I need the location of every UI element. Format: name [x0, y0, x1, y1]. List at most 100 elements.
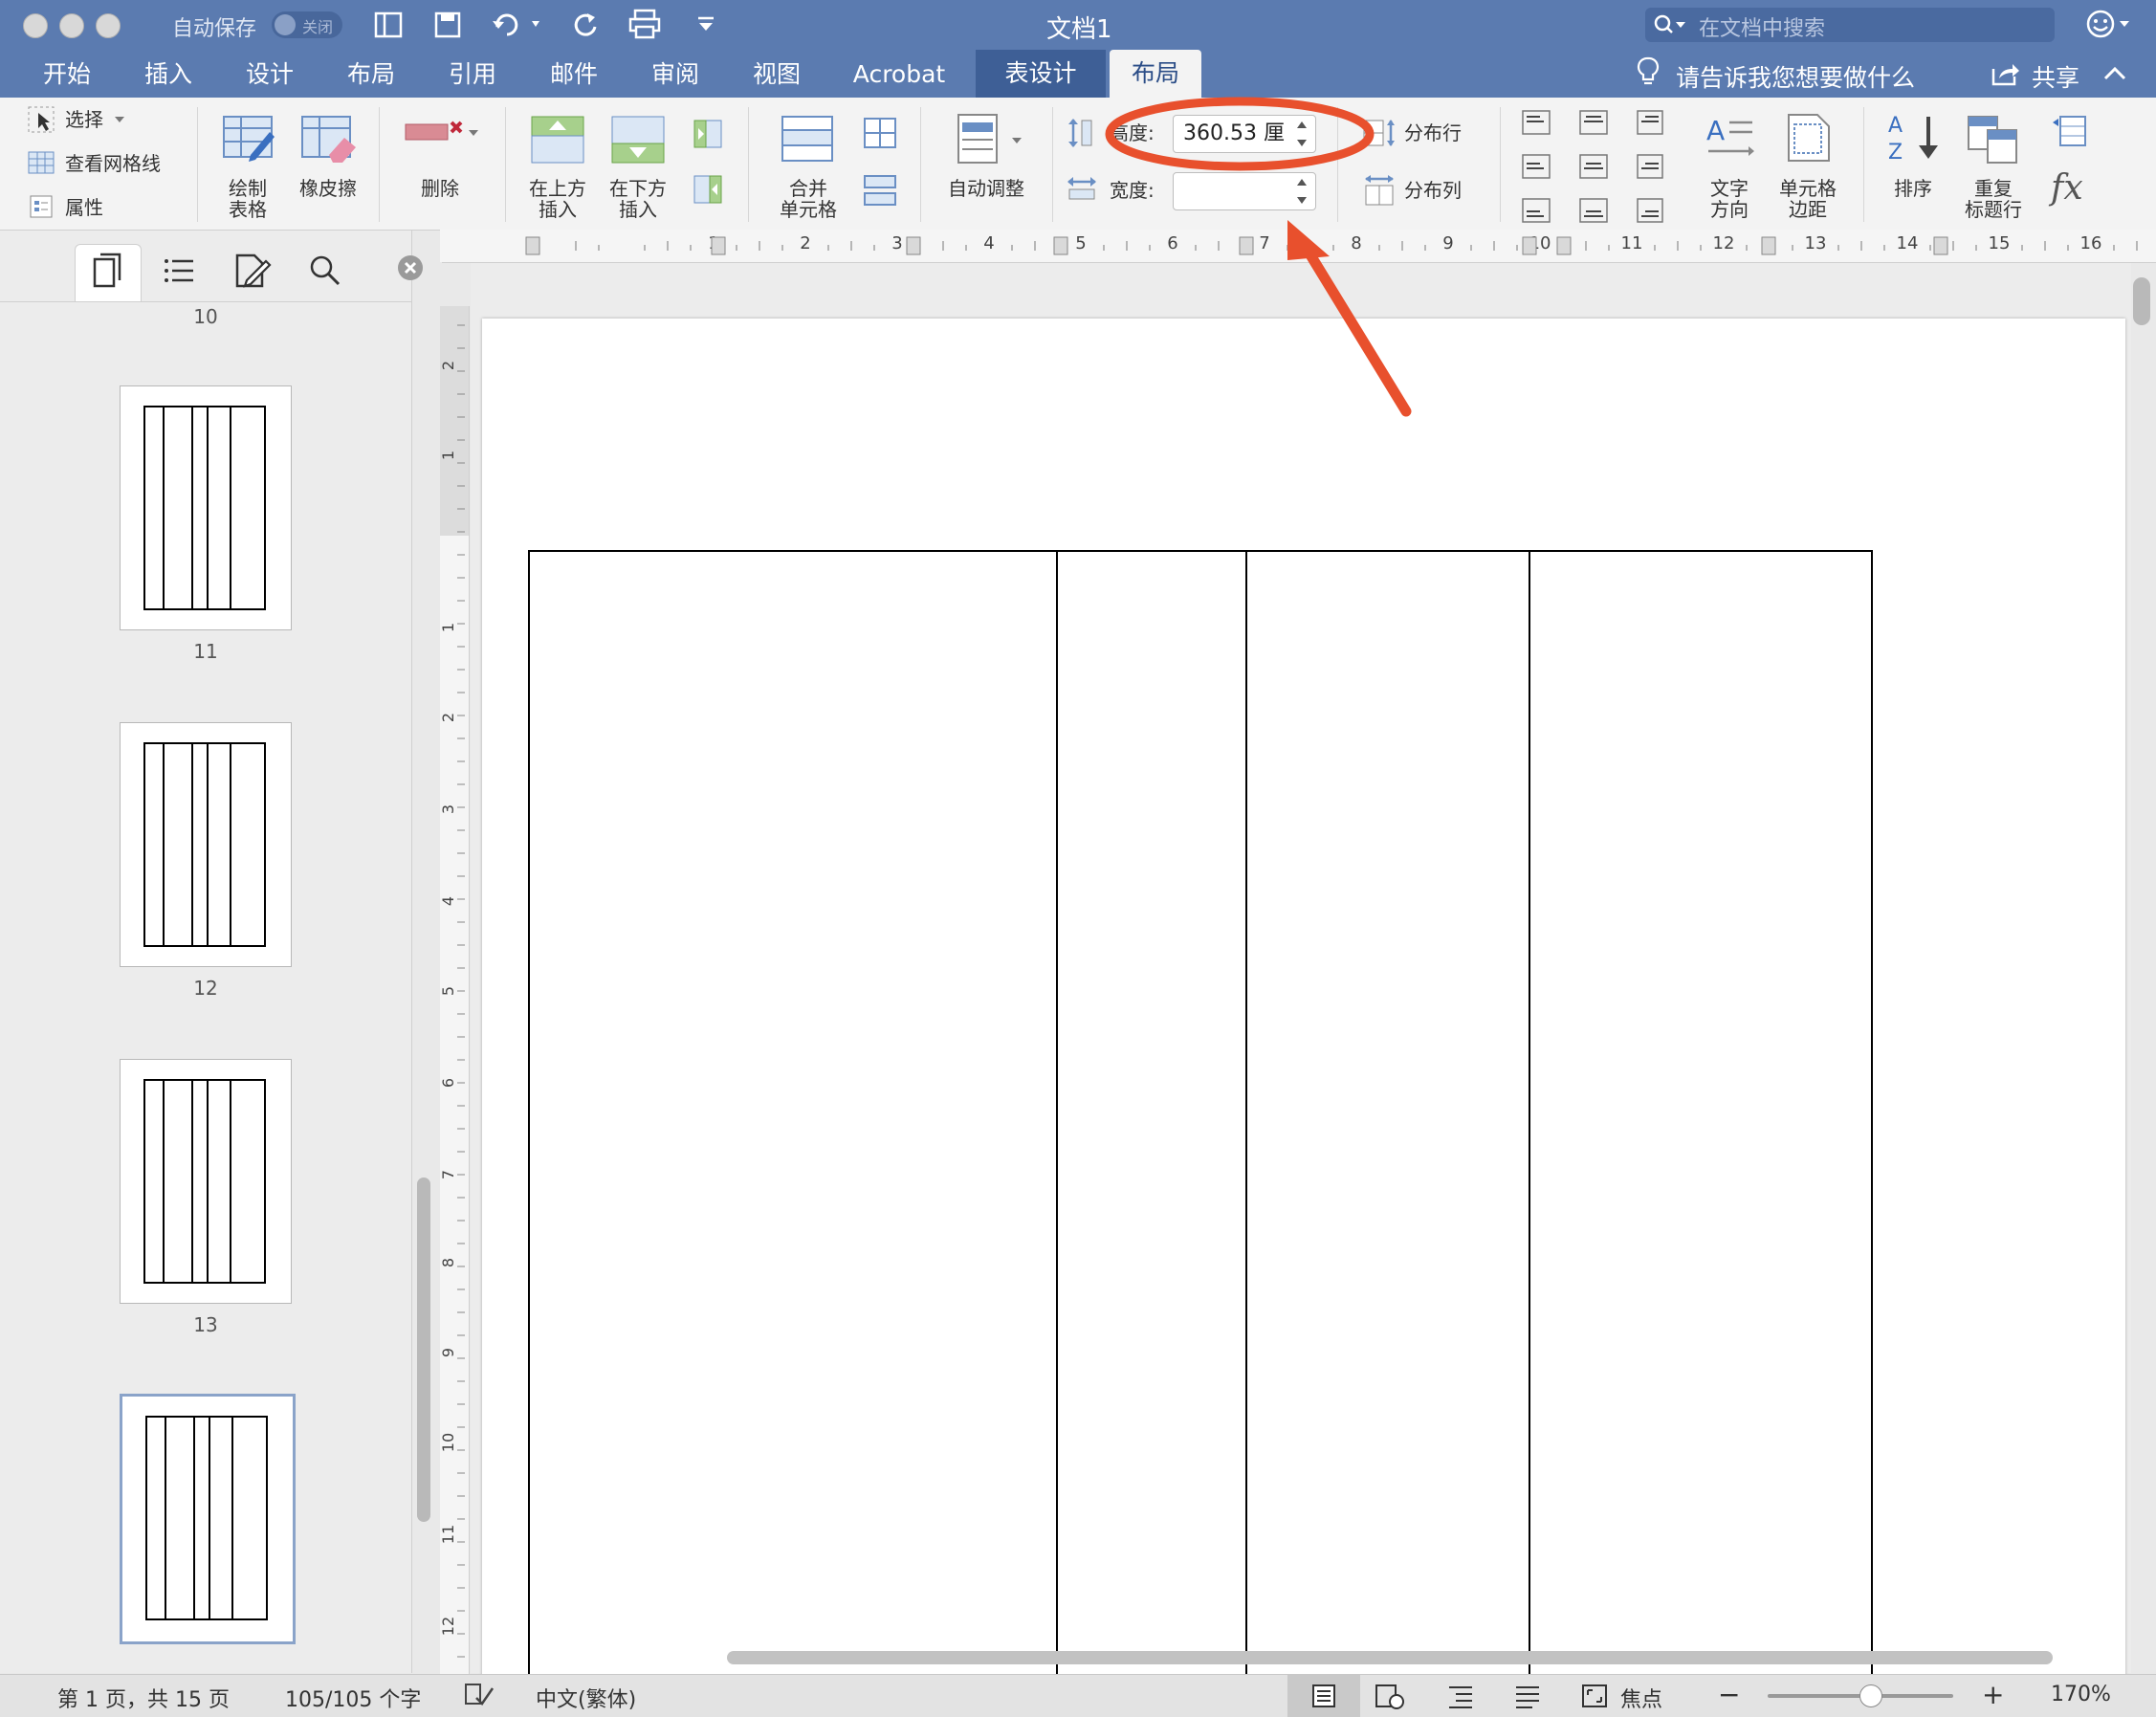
search-input[interactable]: 在文档中搜索 [1645, 8, 2055, 42]
ruler-column-marker[interactable] [1761, 236, 1776, 255]
tab-mailings[interactable]: 邮件 [536, 55, 612, 94]
ruler-column-marker[interactable] [525, 236, 540, 255]
zoom-level[interactable]: 170% [2051, 1683, 2111, 1706]
page-thumbnail-11[interactable] [120, 385, 292, 630]
annotation-overlay [1105, 97, 1412, 417]
select-button[interactable]: 选择 [65, 109, 103, 130]
merge-cells-label-1: 合并 [789, 177, 827, 200]
ruler-label: 14 [1897, 233, 1919, 253]
tab-home[interactable]: 开始 [29, 55, 105, 94]
draw-table-icon[interactable] [222, 113, 275, 163]
delete-table-icon[interactable] [404, 115, 480, 157]
table-column-border[interactable] [1056, 552, 1058, 1681]
ruler-label: 11 [1621, 233, 1643, 253]
cell-margins-icon[interactable] [1783, 111, 1833, 165]
outline-view-icon[interactable] [1446, 1683, 1475, 1709]
autofit-button[interactable]: 自动调整 [943, 178, 1029, 199]
tab-table-design[interactable]: 表设计 [976, 50, 1106, 98]
delete-button[interactable]: 删除 [411, 178, 469, 199]
convert-to-text-icon[interactable] [2051, 113, 2089, 151]
customize-toolbar-icon[interactable] [694, 13, 717, 36]
page-thumbnail-12[interactable] [120, 722, 292, 967]
split-table-icon[interactable] [863, 174, 897, 207]
share-icon[interactable] [1990, 59, 2020, 88]
document-scrollbar-horizontal[interactable] [727, 1651, 2053, 1664]
ruler-column-marker[interactable] [1522, 236, 1537, 255]
tab-acrobat[interactable]: Acrobat [842, 55, 957, 94]
sort-icon[interactable]: AZ [1886, 111, 1944, 166]
search-pane-icon[interactable] [308, 253, 342, 288]
ruler-column-marker[interactable] [906, 236, 921, 255]
comments-tab-icon[interactable] [233, 252, 272, 290]
page-count[interactable]: 第 1 页，共 15 页 [57, 1683, 230, 1713]
focus-button[interactable]: 焦点 [1620, 1683, 1662, 1713]
formula-button[interactable]: fx [2051, 168, 2083, 208]
smiley-feedback-icon[interactable] [2085, 8, 2131, 40]
document-page[interactable] [482, 319, 2125, 1681]
tab-layout[interactable]: 布局 [333, 55, 409, 94]
repeat-header-rows-icon[interactable] [1965, 113, 2022, 166]
eraser-button[interactable]: 橡皮擦 [297, 178, 360, 199]
ruler-column-marker[interactable] [711, 236, 726, 255]
page-thumbnail-13[interactable] [120, 1059, 292, 1304]
share-button[interactable]: 共享 [2032, 59, 2079, 94]
thumbnails-tab-icon[interactable] [92, 252, 122, 290]
close-pane-icon[interactable] [396, 253, 425, 282]
zoom-slider-thumb[interactable] [1859, 1684, 1882, 1707]
tab-insert[interactable]: 插入 [130, 55, 207, 94]
collapse-ribbon-icon[interactable] [2102, 63, 2127, 84]
minimize-window-button[interactable] [59, 13, 84, 38]
zoom-in-button[interactable]: + [1982, 1679, 2004, 1710]
print-icon[interactable] [627, 8, 662, 40]
tell-me-input[interactable]: 请告诉我您想要做什么 [1676, 59, 1915, 94]
focus-icon[interactable] [1580, 1683, 1609, 1709]
sidebar-toggle-icon[interactable] [373, 10, 404, 40]
insert-above-icon[interactable] [530, 115, 585, 165]
tab-view[interactable]: 视图 [738, 55, 815, 94]
print-layout-view-button[interactable] [1287, 1675, 1360, 1717]
vertical-ruler[interactable]: 2 1 1 2 3 4 5 6 7 8 9 10 11 12 [440, 306, 470, 1674]
language-indicator[interactable]: 中文(繁体) [536, 1683, 636, 1713]
save-icon[interactable] [432, 10, 463, 40]
tab-design[interactable]: 设计 [231, 55, 308, 94]
cursor-select-icon [28, 106, 55, 133]
ruler-column-marker[interactable] [1556, 236, 1572, 255]
insert-right-icon[interactable] [693, 174, 723, 205]
outline-tab-icon[interactable] [163, 255, 195, 286]
redo-icon[interactable] [570, 10, 601, 40]
close-window-button[interactable] [23, 13, 48, 38]
proofing-icon[interactable] [463, 1681, 495, 1709]
draft-view-icon[interactable] [1513, 1683, 1542, 1709]
web-layout-icon[interactable] [1374, 1683, 1406, 1711]
ruler-column-marker[interactable] [1933, 236, 1948, 255]
merge-cells-icon[interactable] [781, 115, 834, 163]
tab-review[interactable]: 审阅 [637, 55, 714, 94]
zoom-window-button[interactable] [96, 13, 121, 38]
sort-button[interactable]: 排序 [1886, 178, 1940, 199]
document-scrollbar-vertical[interactable] [2133, 277, 2150, 325]
page-thumbnail-14-selected[interactable] [120, 1394, 296, 1644]
properties-button[interactable]: 属性 [65, 197, 103, 218]
zoom-out-button[interactable]: − [1718, 1679, 1740, 1710]
ruler-column-marker[interactable] [1053, 236, 1068, 255]
table-column-border[interactable] [1529, 552, 1530, 1681]
tab-references[interactable]: 引用 [434, 55, 511, 94]
autofit-icon[interactable] [957, 113, 1023, 165]
word-count[interactable]: 105/105 个字 [285, 1683, 421, 1713]
insert-left-icon[interactable] [693, 119, 723, 149]
cell-alignment-grid[interactable] [1521, 109, 1664, 224]
view-gridlines-button[interactable]: 查看网格线 [65, 153, 161, 174]
table[interactable] [528, 550, 1873, 1681]
autosave-toggle[interactable]: 关闭 [272, 11, 342, 38]
eraser-icon[interactable] [300, 113, 358, 163]
navigation-pane: 10 11 12 13 [0, 231, 430, 1673]
text-direction-icon[interactable]: A [1705, 113, 1756, 165]
tab-table-layout[interactable]: 布局 [1110, 50, 1201, 98]
split-cells-icon[interactable] [863, 117, 897, 149]
table-column-border[interactable] [1245, 552, 1247, 1681]
pane-scrollbar[interactable] [417, 1178, 430, 1522]
undo-icon[interactable] [490, 10, 543, 40]
thumbnail-page-number: 11 [193, 640, 218, 663]
insert-below-icon[interactable] [610, 115, 666, 165]
draw-table-label-1: 绘制 [229, 177, 267, 200]
